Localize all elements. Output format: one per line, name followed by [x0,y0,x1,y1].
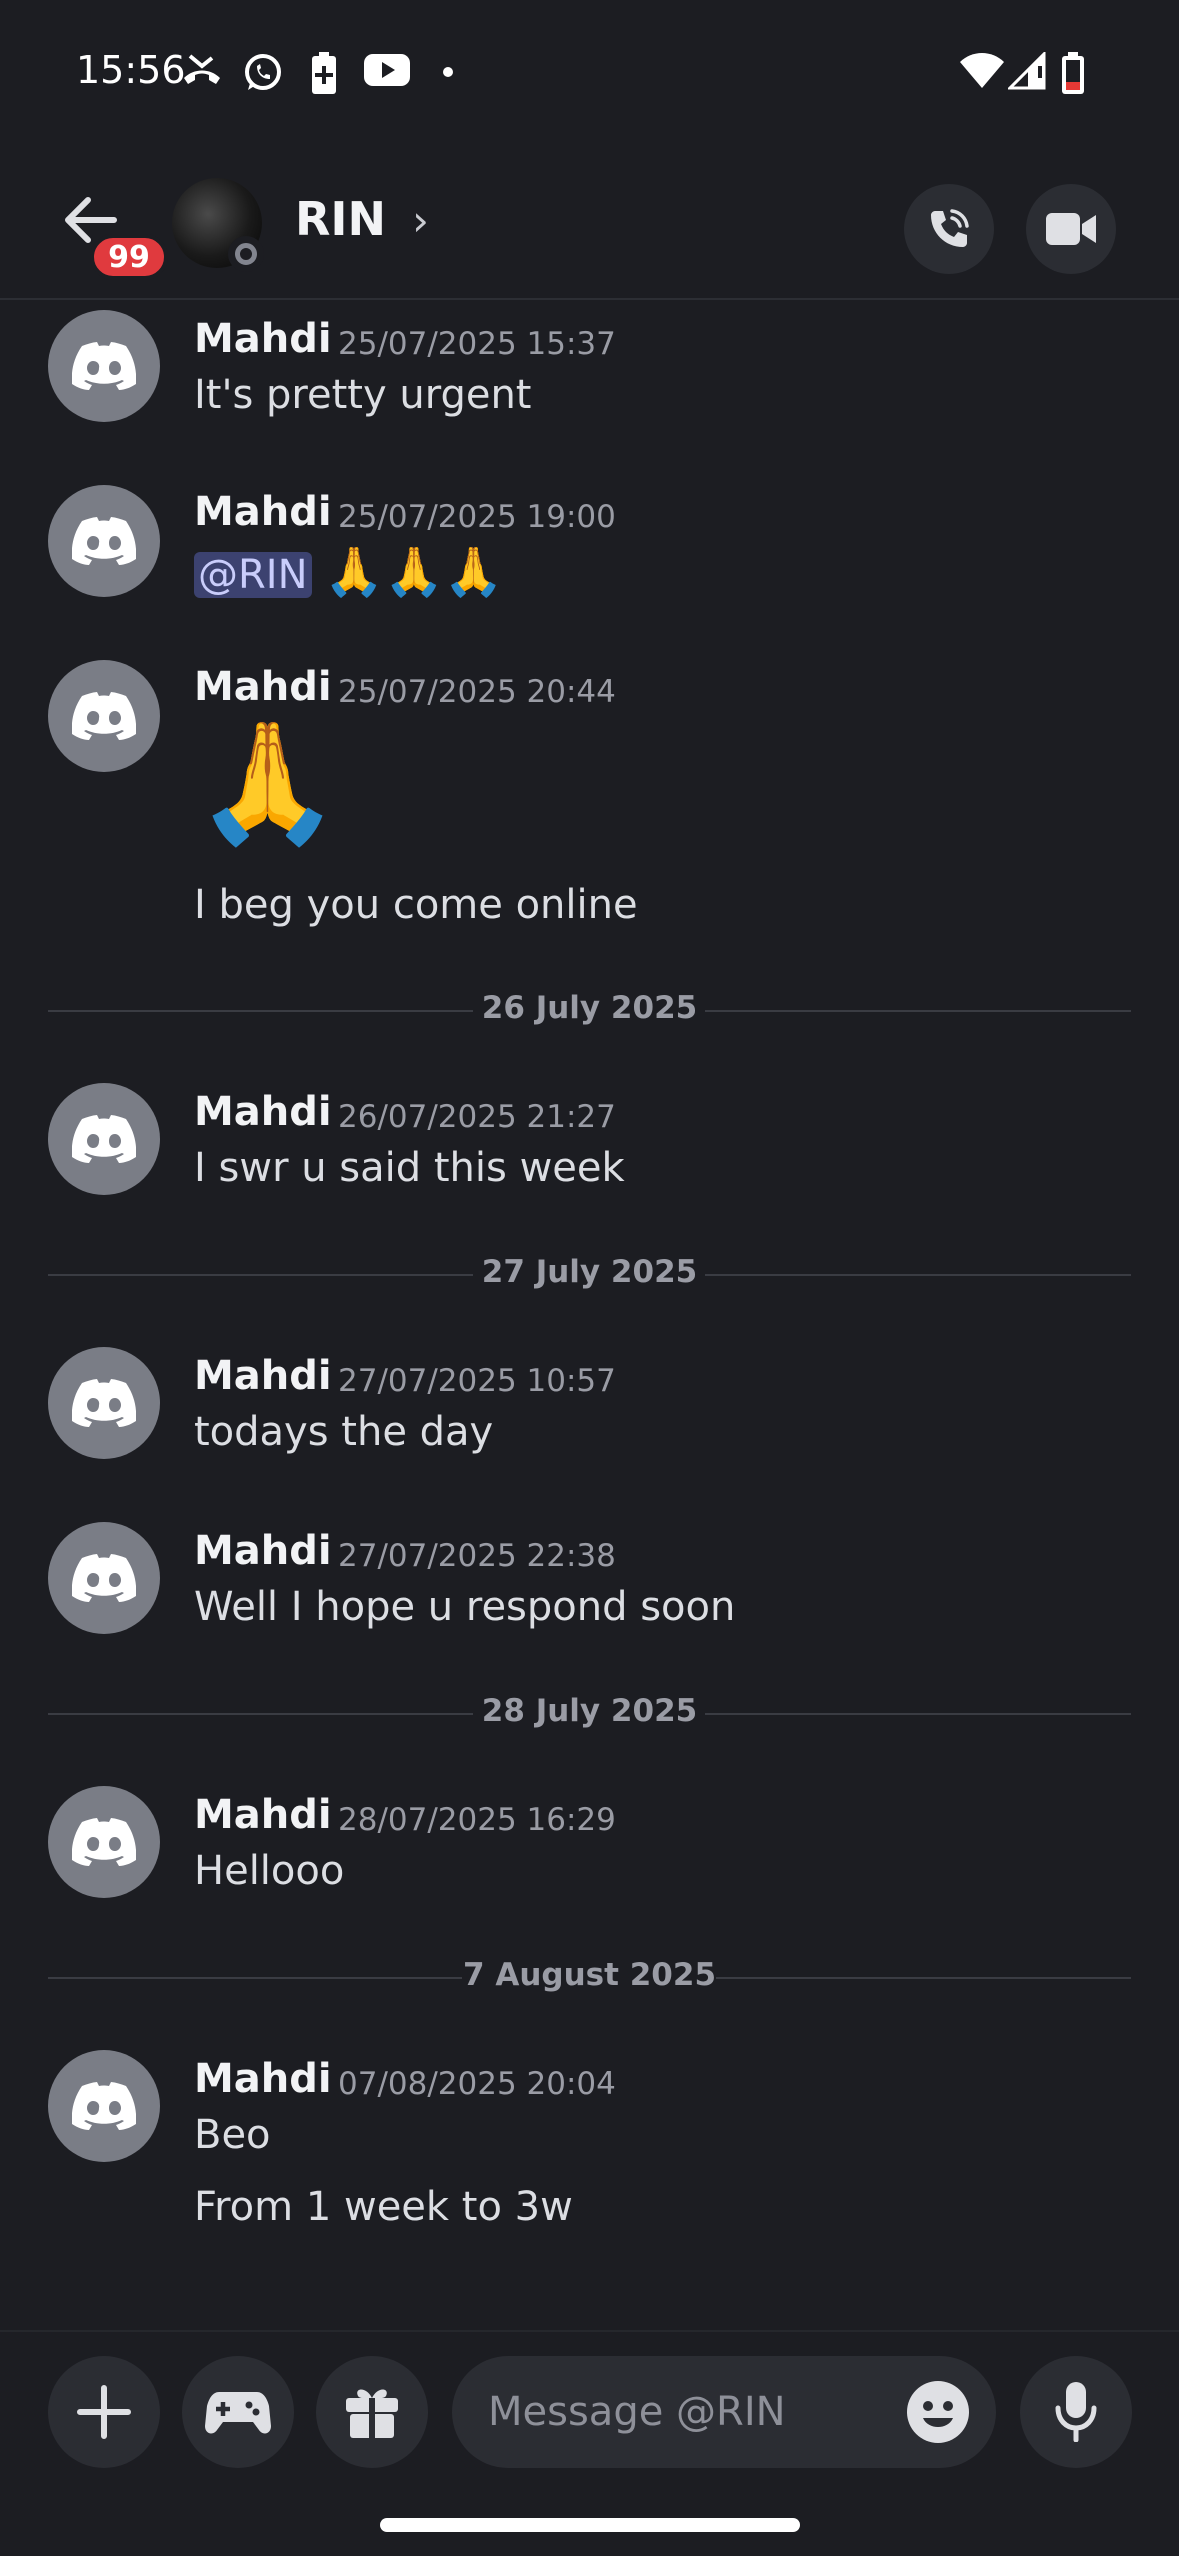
message-text: From 1 week to 3w [194,2184,573,2230]
message-input-placeholder: Message @RIN [488,2389,786,2435]
date-divider: 7 August 2025 [48,1957,1131,1997]
date-divider-label: 26 July 2025 [481,990,698,1026]
whatsapp-icon [245,54,281,90]
divider-line [716,1977,1131,1979]
battery-saver-icon [312,52,336,94]
message-text: Hellooo [194,1848,345,1894]
gift-button[interactable] [316,2356,428,2468]
youtube-icon [364,54,410,86]
date-divider: 28 July 2025 [48,1693,1131,1733]
chat-header: 99 RIN › [0,150,1179,300]
page-title[interactable]: RIN › [295,192,429,246]
message-text: Beo [194,2112,271,2158]
discord-logo-icon [72,1554,136,1602]
message-timestamp: 25/07/2025 15:37 [338,326,616,362]
missed-call-icon [184,54,220,84]
pray-emoji: 🙏🙏🙏 [324,544,504,600]
avatar[interactable] [48,1786,160,1898]
activities-button[interactable] [182,2356,294,2468]
message-text: todays the day [194,1409,494,1455]
divider-line [705,1713,1131,1715]
avatar[interactable] [48,2050,160,2162]
microphone-icon [1055,2382,1097,2442]
date-divider: 26 July 2025 [48,990,1131,1030]
message-timestamp: 27/07/2025 22:38 [338,1538,616,1574]
date-divider: 27 July 2025 [48,1254,1131,1294]
discord-logo-icon [72,692,136,740]
message-text: I swr u said this week [194,1145,625,1191]
message-timestamp: 07/08/2025 20:04 [338,2066,616,2102]
plus-icon [77,2385,131,2439]
message-text: @RIN 🙏🙏🙏 [194,543,504,600]
phone-icon [931,209,969,247]
message-author[interactable]: Mahdi [194,664,332,710]
wifi-icon [960,53,1004,88]
date-divider-label: 27 July 2025 [481,1254,698,1290]
message-list[interactable]: Mahdi 25/07/2025 15:37 It's pretty urgen… [0,300,1179,2340]
message-author[interactable]: Mahdi [194,489,332,535]
gift-icon [346,2389,398,2438]
date-divider-label: 28 July 2025 [481,1693,698,1729]
message-author[interactable]: Mahdi [194,316,332,362]
message-text: I beg you come online [194,882,638,928]
divider-line [705,1274,1131,1276]
discord-logo-icon [72,2082,136,2130]
message-timestamp: 25/07/2025 20:44 [338,674,616,710]
avatar[interactable] [48,310,160,422]
status-bar: 15:56 [0,0,1179,150]
avatar[interactable] [48,660,160,772]
signal-icon [1008,52,1046,90]
date-divider-label: 7 August 2025 [462,1957,717,1993]
voice-message-button[interactable] [1020,2356,1132,2468]
message-timestamp: 26/07/2025 21:27 [338,1099,616,1135]
battery-low-icon [1062,52,1084,94]
voice-call-button[interactable] [904,184,994,274]
message-timestamp: 27/07/2025 10:57 [338,1363,616,1399]
video-call-button[interactable] [1026,184,1116,274]
message-text: It's pretty urgent [194,372,532,418]
contact-name[interactable]: RIN [295,192,386,246]
emoji-picker-icon[interactable] [906,2380,970,2444]
add-attachment-button[interactable] [48,2356,160,2468]
message-timestamp: 28/07/2025 16:29 [338,1802,616,1838]
discord-logo-icon [72,1379,136,1427]
divider-line [705,1010,1131,1012]
message-author[interactable]: Mahdi [194,1089,332,1135]
video-camera-icon [1046,213,1096,245]
unread-badge: 99 [90,234,168,280]
discord-logo-icon [72,342,136,390]
gamepad-icon [205,2392,271,2434]
discord-logo-icon [72,1818,136,1866]
user-mention[interactable]: @RIN [194,552,312,598]
message-author[interactable]: Mahdi [194,1792,332,1838]
jumbo-emoji: 🙏 [194,713,341,851]
chevron-right-icon: › [412,196,429,245]
avatar[interactable] [48,1347,160,1459]
discord-logo-icon [72,517,136,565]
home-indicator[interactable] [380,2518,800,2532]
status-indicator [228,236,264,272]
discord-logo-icon [72,1115,136,1163]
status-time: 15:56 [76,48,186,92]
message-timestamp: 25/07/2025 19:00 [338,499,616,535]
avatar[interactable] [48,1522,160,1634]
message-author[interactable]: Mahdi [194,2056,332,2102]
message-author[interactable]: Mahdi [194,1528,332,1574]
dot-icon [443,67,453,77]
avatar[interactable] [48,1083,160,1195]
avatar[interactable] [48,485,160,597]
message-author[interactable]: Mahdi [194,1353,332,1399]
message-text: Well I hope u respond soon [194,1584,736,1630]
